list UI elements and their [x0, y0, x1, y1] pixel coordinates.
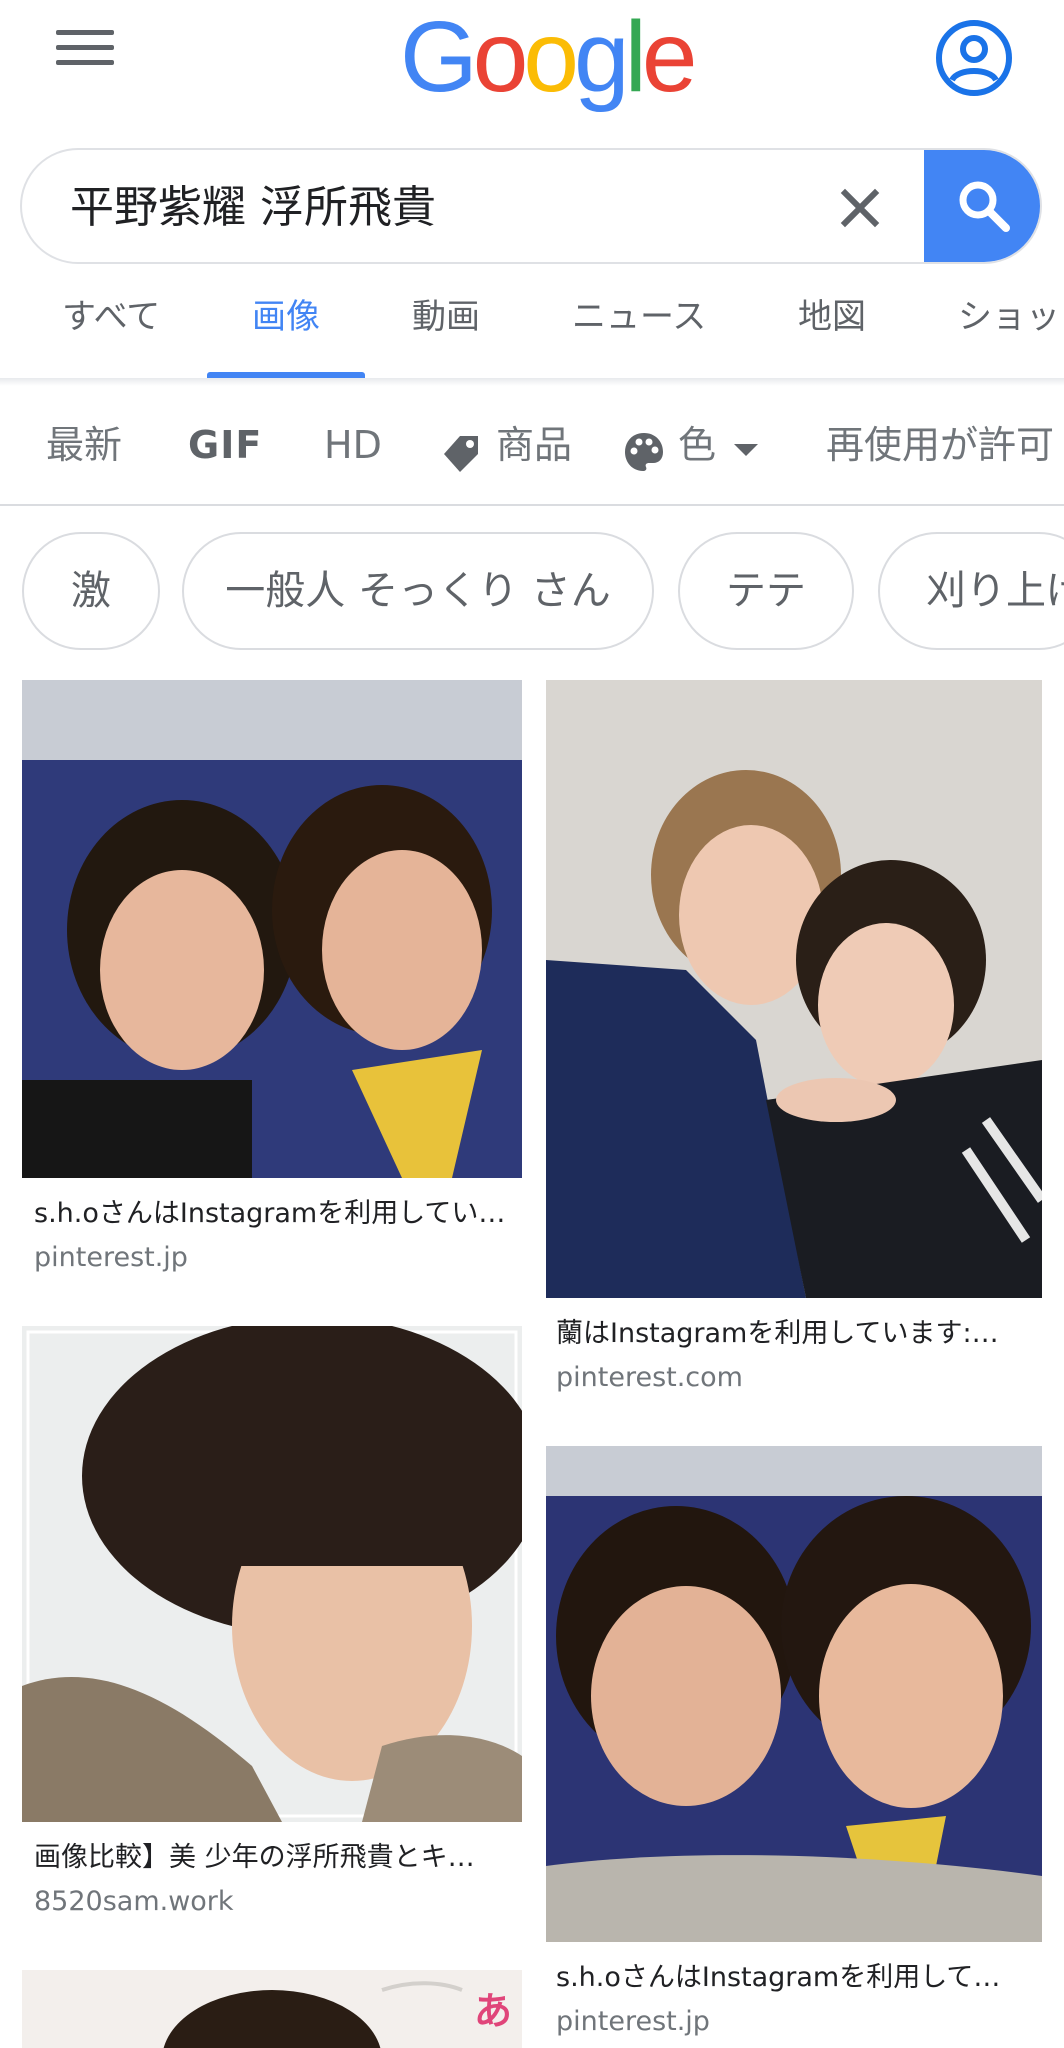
search-icon — [959, 181, 1010, 232]
related-chip[interactable]: 刈り上げ — [878, 532, 1064, 650]
result-image[interactable] — [546, 1446, 1042, 1942]
related-chip[interactable]: 激 — [22, 532, 160, 650]
result-image[interactable]: あ — [22, 1970, 522, 2048]
account-circle-icon[interactable] — [934, 18, 1014, 98]
search-button[interactable] — [924, 150, 1040, 262]
related-chip[interactable]: テテ — [678, 532, 854, 650]
result-title[interactable]: s.h.oさんはInstagramを利用してい… — [34, 1196, 505, 1232]
tab-videos[interactable]: 動画 — [412, 294, 480, 340]
result-source[interactable]: pinterest.jp — [556, 2004, 710, 2040]
filter-gif[interactable]: GIF — [188, 420, 262, 470]
tab-images[interactable]: 画像 — [252, 294, 320, 340]
filter-latest[interactable]: 最新 — [46, 420, 122, 470]
tab-news[interactable]: ニュース — [572, 294, 706, 340]
google-logo[interactable]: Google — [400, 2, 697, 112]
result-source[interactable]: pinterest.com — [556, 1360, 743, 1396]
result-image[interactable] — [22, 680, 522, 1178]
search-input[interactable]: 平野紫耀 浮所飛貴 — [70, 180, 436, 236]
close-icon[interactable] — [828, 176, 892, 240]
result-source[interactable]: 8520sam.work — [34, 1884, 234, 1920]
search-tabs: すべて 画像 動画 ニュース 地図 ショッ — [0, 288, 1064, 378]
tab-maps[interactable]: 地図 — [798, 294, 866, 340]
chevron-down-icon[interactable] — [732, 440, 760, 464]
result-source[interactable]: pinterest.jp — [34, 1240, 188, 1276]
tab-all[interactable]: すべて — [62, 294, 160, 340]
result-title[interactable]: 画像比較】美 少年の浮所飛貴とキ… — [34, 1840, 475, 1876]
tabs-divider — [0, 378, 1064, 386]
hamburger-menu-icon[interactable] — [56, 30, 114, 74]
result-image[interactable] — [546, 680, 1042, 1298]
header: Google — [0, 0, 1064, 120]
result-image-text: あ — [474, 1989, 513, 2033]
tab-shopping[interactable]: ショッ — [958, 294, 1060, 340]
filter-hd[interactable]: HD — [324, 420, 382, 470]
tag-icon[interactable] — [440, 432, 482, 478]
filter-usage-rights[interactable]: 再使用が許可 — [826, 420, 1054, 470]
result-title[interactable]: s.h.oさんはInstagramを利用して… — [556, 1960, 1000, 1996]
result-title[interactable]: 蘭はInstagramを利用しています:… — [556, 1316, 999, 1352]
filter-products[interactable]: 商品 — [496, 420, 572, 470]
palette-icon[interactable] — [622, 430, 666, 478]
related-chip[interactable]: 一般人 そっくり さん — [182, 532, 654, 650]
filter-color[interactable]: 色 — [678, 420, 716, 470]
image-filters: 最新 GIF HD 商品 色 再使用が許可 — [0, 400, 1064, 506]
search-box[interactable]: 平野紫耀 浮所飛貴 — [20, 148, 1042, 264]
result-image[interactable] — [22, 1326, 522, 1822]
